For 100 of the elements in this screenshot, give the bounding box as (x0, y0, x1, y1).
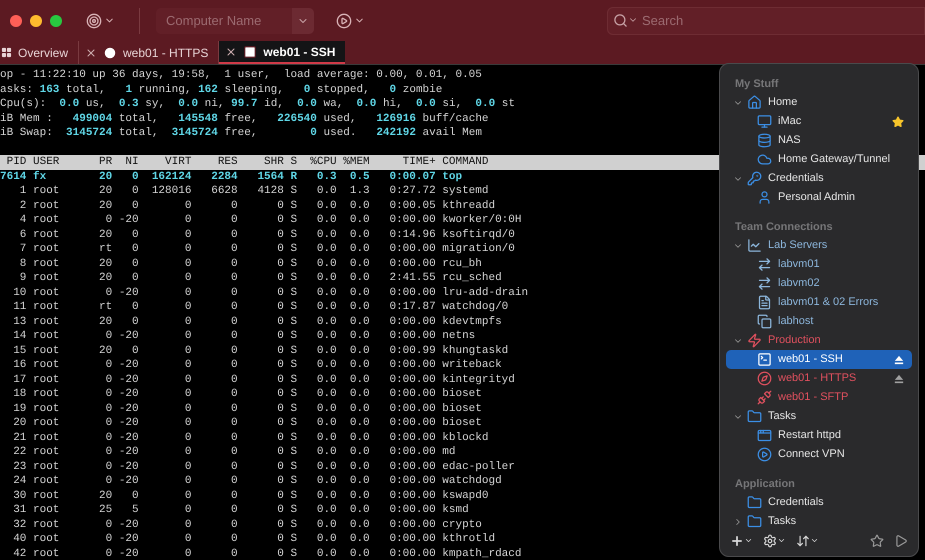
chart-icon (747, 238, 762, 253)
tab[interactable]: web01 - SSH (219, 41, 346, 64)
process-row-text: 13 root 20 0 0 0 0 S 0.0 0.0 0:00.00 kdevtmpfs (12, 314, 502, 329)
tree-item[interactable]: Credentials (726, 493, 912, 512)
terminal-line: iB Swap: 3145724 total, 3145724 free, 0 used. 242192 avail Mem (0, 126, 482, 140)
item-label: labvm01 (778, 257, 821, 272)
plus-icon (730, 534, 744, 548)
process-row-text: 1 root 20 0 128016 6628 4128 S 0.0 1.3 0:27.72 systemd (18, 184, 488, 198)
item-label: web01 - SSH (778, 352, 844, 368)
terminal-line: iB Mem : 499004 total, 145548 free, 226540 used, 126916 buff/cache (0, 112, 489, 126)
monitor-icon (757, 114, 772, 129)
sort-menu-button[interactable] (796, 534, 819, 548)
tree-item[interactable]: web01 - HTTPS (726, 369, 912, 388)
process-row-text: 4 root 0 -20 0 0 0 S 0.0 0.0 0:00.00 kworker/0:0H (18, 213, 522, 228)
play-icon[interactable] (894, 534, 908, 548)
tree-item[interactable]: iMac (726, 112, 912, 131)
house-icon (747, 95, 762, 110)
item-label: iMac (778, 114, 802, 130)
item-label: web01 - SFTP (778, 390, 850, 406)
item-label: Production (768, 333, 822, 348)
process-row-text: 30 root 20 0 0 0 0 S 0.0 0.0 0:00.00 kswapd0 (12, 488, 488, 503)
arrows-icon (757, 276, 772, 291)
process-row-text: 10 root 0 -20 0 0 0 S 0.0 0.0 0:00.00 lru-add-drain (12, 286, 528, 300)
settings-menu-button[interactable] (763, 534, 786, 548)
item-label: Lab Servers (768, 238, 828, 254)
process-row-text: 15 root 20 0 0 0 0 S 0.0 0.0 0:00.99 khungtaskd (12, 344, 508, 358)
section-title: Team Connections (734, 220, 834, 235)
tree-item[interactable]: Lab Servers (726, 236, 912, 255)
computer-name-field[interactable]: Computer Name (156, 8, 292, 34)
close-icon[interactable] (85, 46, 98, 58)
folder-icon (747, 409, 762, 424)
add-menu-button[interactable] (730, 534, 753, 548)
item-label: Home (768, 95, 798, 110)
folder-icon (747, 495, 762, 510)
user-icon (757, 190, 772, 205)
process-row-text: 14 root 0 -20 0 0 0 S 0.0 0.0 0:00.00 netns (12, 329, 476, 344)
close-icon[interactable] (225, 46, 238, 58)
tree-item[interactable]: labvm01 (726, 255, 912, 274)
tree-item[interactable]: Credentials (726, 169, 912, 188)
process-row-text: 23 root 0 -20 0 0 0 S 0.0 0.0 0:00.00 edac-poller (12, 460, 515, 474)
tree-item[interactable]: labvm02 (726, 274, 912, 293)
item-label: labvm01 & 02 Errors (778, 295, 880, 310)
tree-item[interactable]: web01 - SFTP (726, 388, 912, 407)
process-row-text: 20 root 0 -20 0 0 0 S 0.0 0.0 0:00.00 bioset (12, 416, 482, 430)
item-label: Credentials (768, 171, 825, 186)
window-icon (757, 428, 772, 443)
settings-icon (763, 534, 777, 548)
minimize-button[interactable] (30, 14, 42, 26)
eject-icon[interactable] (894, 374, 904, 384)
tree-item[interactable]: Connect VPN (726, 445, 912, 464)
cloud-icon (757, 152, 772, 167)
tree-item[interactable]: Tasks (726, 512, 912, 531)
tree-item[interactable]: Home (726, 93, 912, 112)
windows-icon (757, 314, 772, 329)
caret-icon (810, 536, 819, 545)
process-row-text: 2 root 20 0 0 0 0 S 0.0 0.0 0:00.05 kthreadd (18, 198, 496, 213)
process-row-text: 31 root 25 5 0 0 0 S 0.0 0.0 0:00.00 ksmd (12, 503, 469, 518)
item-label: Tasks (768, 409, 798, 424)
eject-icon[interactable] (894, 354, 904, 364)
plug-icon (757, 390, 772, 405)
search-icon (613, 12, 628, 28)
tree-item[interactable]: Home Gateway/Tunnel (726, 150, 912, 169)
target-menu-button[interactable] (86, 12, 115, 28)
zoom-button[interactable] (50, 14, 62, 26)
section-title: Application (734, 477, 796, 492)
star-icon[interactable] (870, 534, 884, 548)
tree-item[interactable]: NAS (726, 131, 912, 150)
play-menu-button[interactable] (336, 12, 365, 28)
play-icon (336, 12, 352, 28)
item-label: Home Gateway/Tunnel (778, 152, 892, 168)
item-label: web01 - HTTPS (778, 371, 858, 386)
item-label: Credentials (768, 495, 825, 510)
process-row-text: 40 root 0 -20 0 0 0 S 0.0 0.0 0:00.00 kthrotld (12, 532, 496, 546)
tree-item[interactable]: Tasks (726, 407, 912, 426)
item-label: Restart httpd (778, 428, 842, 444)
key-icon (747, 171, 762, 186)
tree-item[interactable]: labhost (726, 312, 912, 331)
process-row-text: 11 root rt 0 0 0 0 S 0.0 0.0 0:17.87 watchdog/0 (12, 300, 508, 314)
process-row-text: 7 root rt 0 0 0 0 S 0.0 0.0 0:00.00 migration/0 (18, 242, 515, 256)
tree-item[interactable]: Restart httpd (726, 426, 912, 445)
play-icon (757, 447, 772, 462)
tree-item[interactable]: Personal Admin (726, 188, 912, 207)
process-row-text: 16 root 0 -20 0 0 0 S 0.0 0.0 0:00.00 writeback (12, 358, 502, 372)
sort-icon (796, 534, 810, 548)
process-row-text: 42 root 0 -20 0 0 0 S 0.0 0.0 0:00.00 kmpath_rdacd (12, 546, 522, 560)
terminal-line: Cpu(s): 0.0 us, 0.3 sy, 0.0 ni, 99.7 id, 0.0 wa, 0.0 hi, 0.0 si, 0.0 st (0, 97, 515, 112)
process-row-text: 24 root 0 -20 0 0 0 S 0.0 0.0 0:00.00 watchdogd (12, 474, 502, 488)
column-header: PID USER PR NI VIRT RES SHR S %CPU %MEM TIME+ COMMAND (6, 156, 488, 168)
search-field[interactable]: Search (607, 6, 925, 34)
tree-item[interactable]: labvm01 & 02 Errors (726, 293, 912, 312)
caret-icon (777, 536, 786, 545)
process-row-text: 21 root 0 -20 0 0 0 S 0.0 0.0 0:00.00 kblockd (12, 430, 488, 445)
tab[interactable]: Overview (0, 41, 80, 64)
item-label: NAS (778, 133, 802, 148)
close-button[interactable] (10, 14, 22, 26)
process-row-text: 18 root 0 -20 0 0 0 S 0.0 0.0 0:00.00 bioset (12, 387, 482, 402)
star-icon[interactable] (892, 116, 904, 128)
section-title: My Stuff (734, 77, 780, 92)
tree-item[interactable]: web01 - SSH (726, 350, 912, 369)
tree-item[interactable]: Production (726, 331, 912, 350)
